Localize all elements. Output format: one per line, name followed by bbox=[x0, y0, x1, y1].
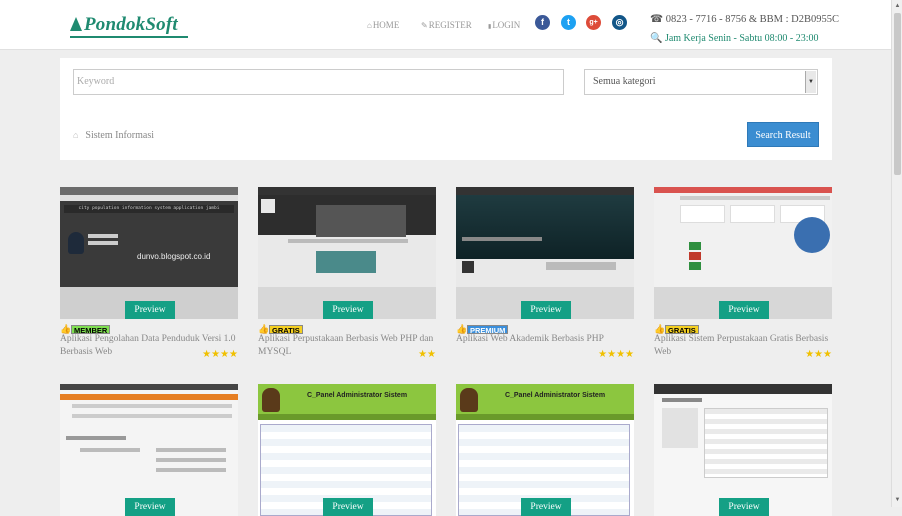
home-icon: ⌂ bbox=[367, 21, 372, 30]
product-thumbnail[interactable] bbox=[456, 187, 634, 319]
rating-stars: ★★★★ bbox=[202, 349, 238, 360]
logo-underline bbox=[70, 36, 188, 38]
site-logo[interactable]: PondokSoft bbox=[70, 14, 188, 38]
product-thumbnail[interactable]: C_Panel Administrator Sistem bbox=[258, 384, 436, 516]
preview-button[interactable]: Preview bbox=[125, 498, 175, 516]
category-select-value: Semua kategori bbox=[593, 76, 656, 87]
instagram-icon[interactable]: ◎ bbox=[612, 15, 627, 30]
preview-button[interactable]: Preview bbox=[125, 301, 175, 319]
thumbnail-caption: C_Panel Administrator Sistem bbox=[504, 392, 606, 399]
preview-button[interactable]: Preview bbox=[323, 498, 373, 516]
product-thumbnail[interactable] bbox=[258, 187, 436, 319]
thumbnail-caption: dunvo.blogspot.co.id bbox=[137, 252, 211, 261]
logo-text: PondokSoft bbox=[84, 14, 178, 35]
preview-button[interactable]: Preview bbox=[521, 301, 571, 319]
rating-stars: ★★★★ bbox=[598, 349, 634, 360]
chevron-down-icon: ▼ bbox=[805, 71, 816, 93]
search-panel: Keyword Semua kategori ▼ ⌂ Sistem Informa… bbox=[60, 58, 832, 160]
rating-stars: ★★ bbox=[418, 349, 436, 360]
product-title[interactable]: Aplikasi Web Akademik Berbasis PHP bbox=[456, 333, 634, 346]
badge-row: 👍 GRATIS bbox=[654, 320, 699, 335]
top-navbar: PondokSoft ⌂HOME ✎REGISTER ▮LOGIN f t g+… bbox=[0, 0, 891, 50]
nav-login[interactable]: ▮LOGIN bbox=[488, 20, 520, 30]
edit-icon: ✎ bbox=[421, 21, 428, 30]
logo-mark-icon bbox=[70, 17, 82, 31]
breadcrumb: ⌂ Sistem Informasi bbox=[73, 130, 154, 141]
badge-row: 👍 GRATIS bbox=[258, 320, 303, 335]
home-icon: ⌂ bbox=[73, 130, 79, 140]
category-select[interactable]: Semua kategori ▼ bbox=[584, 69, 818, 95]
nav-register-label: REGISTER bbox=[428, 20, 472, 30]
preview-button[interactable]: Preview bbox=[719, 301, 769, 319]
nav-home[interactable]: ⌂HOME bbox=[367, 20, 399, 30]
vertical-scrollbar[interactable]: ▲ ▼ bbox=[891, 0, 902, 507]
keyword-input[interactable]: Keyword bbox=[73, 69, 564, 95]
product-thumbnail[interactable] bbox=[60, 384, 238, 516]
nav-register[interactable]: ✎REGISTER bbox=[421, 20, 472, 30]
google-plus-icon[interactable]: g+ bbox=[586, 15, 601, 30]
contact-hours: 🔍 Jam Kerja Senin - Sabtu 08:00 - 23:00 bbox=[650, 33, 819, 44]
badge-row: 👍 PREMIUM bbox=[456, 320, 509, 335]
product-thumbnail[interactable] bbox=[654, 384, 832, 516]
preview-button[interactable]: Preview bbox=[521, 498, 571, 516]
product-thumbnail[interactable]: C_Panel Administrator Sistem bbox=[456, 384, 634, 516]
lock-icon: ▮ bbox=[488, 24, 492, 30]
product-title[interactable]: Aplikasi Perpustakaan Berbasis Web PHP d… bbox=[258, 333, 436, 359]
scroll-down-icon[interactable]: ▼ bbox=[893, 496, 902, 505]
scroll-up-icon[interactable]: ▲ bbox=[893, 2, 902, 11]
search-result-button[interactable]: Search Result bbox=[747, 122, 819, 147]
product-thumbnail[interactable] bbox=[654, 187, 832, 319]
nav-login-label: LOGIN bbox=[492, 20, 521, 30]
breadcrumb-label: Sistem Informasi bbox=[85, 130, 155, 141]
twitter-icon[interactable]: t bbox=[561, 15, 576, 30]
preview-button[interactable]: Preview bbox=[323, 301, 373, 319]
rating-stars: ★★★ bbox=[805, 349, 832, 360]
facebook-icon[interactable]: f bbox=[535, 15, 550, 30]
nav-home-label: HOME bbox=[372, 20, 400, 30]
preview-button[interactable]: Preview bbox=[719, 498, 769, 516]
product-thumbnail[interactable]: city population information system appli… bbox=[60, 187, 238, 319]
contact-phone: ☎ 0823 - 7716 - 8756 & BBM : D2B0955C bbox=[650, 14, 839, 25]
thumbnail-caption: C_Panel Administrator Sistem bbox=[306, 392, 408, 399]
badge-row: 👍 MEMBER bbox=[60, 320, 111, 335]
scroll-thumb[interactable] bbox=[894, 13, 901, 175]
